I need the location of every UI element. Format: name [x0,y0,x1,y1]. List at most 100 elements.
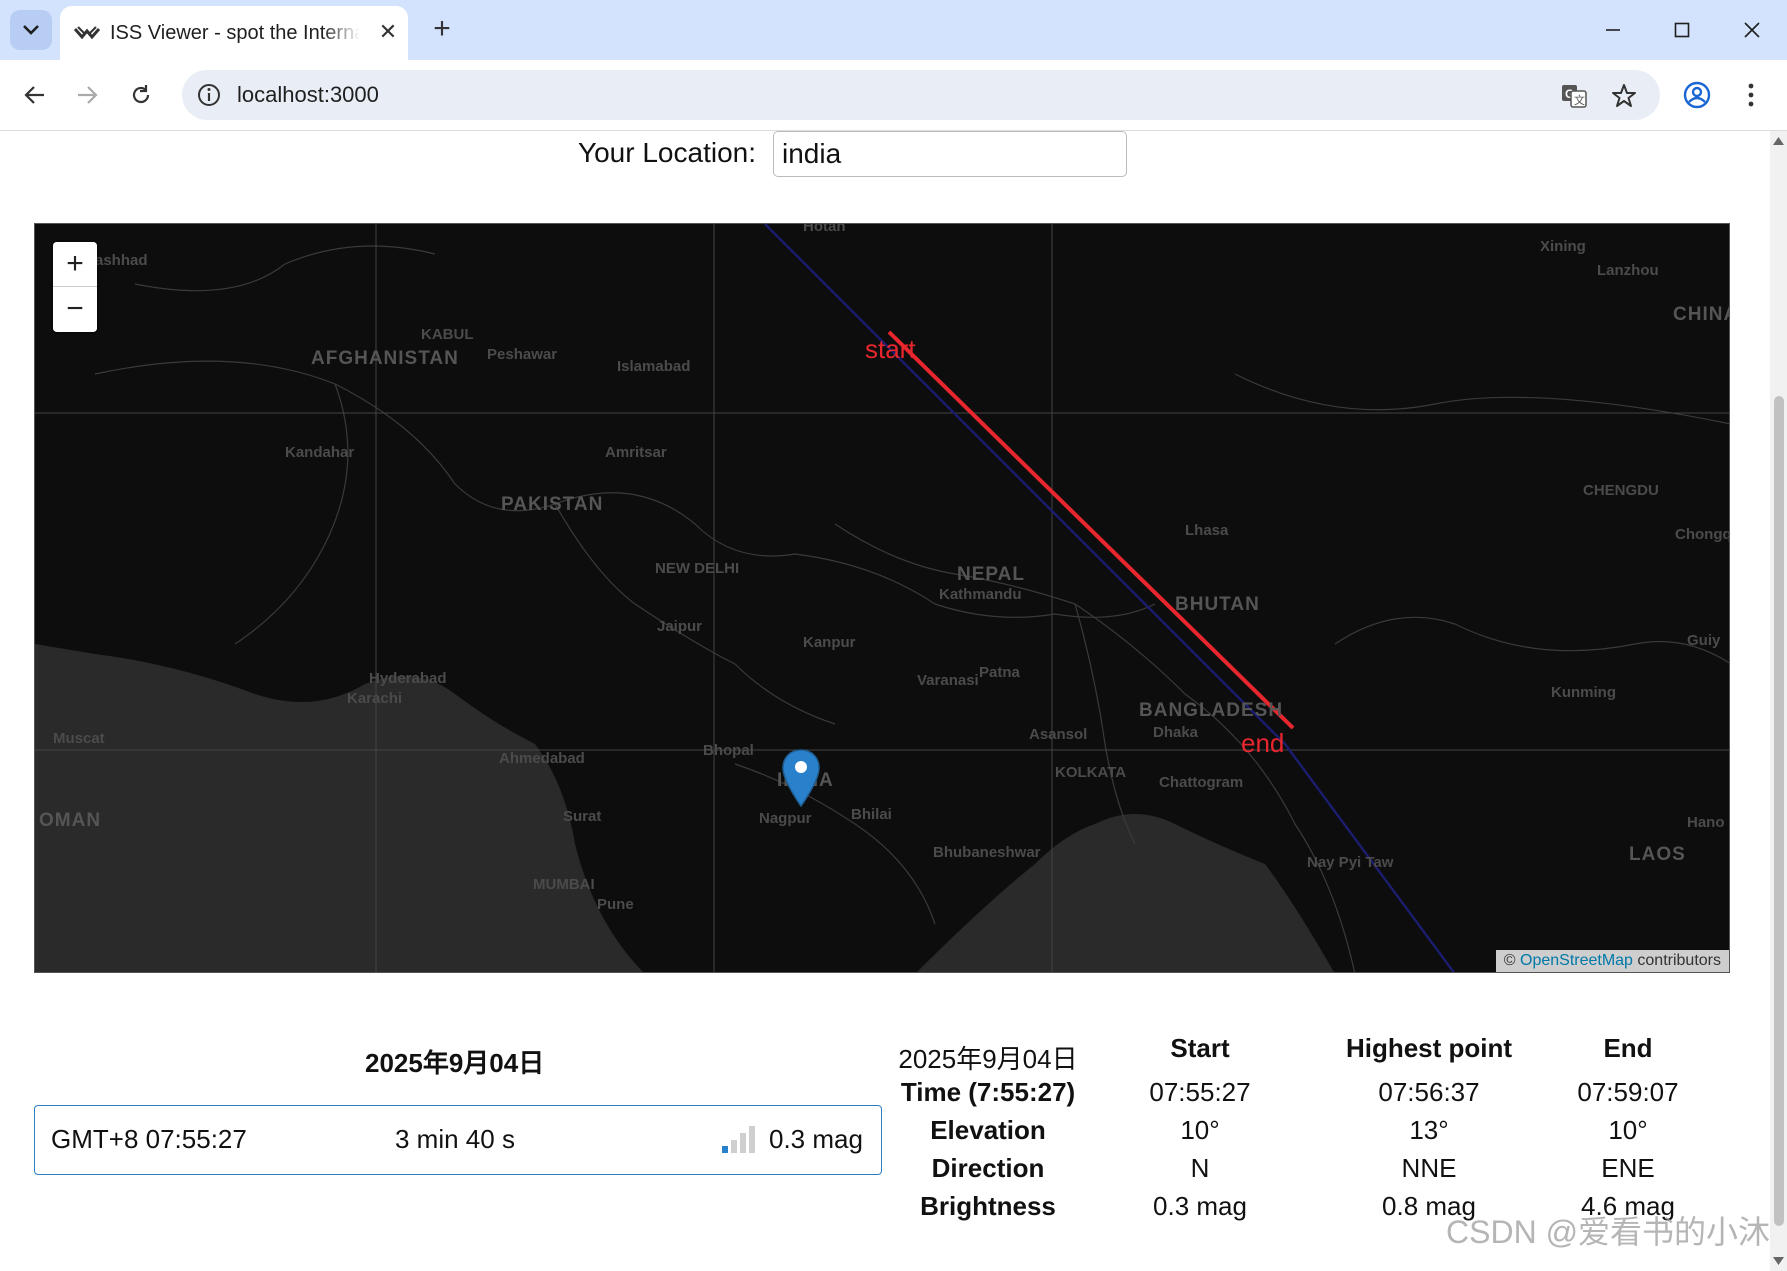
map-label-kandahar: Kandahar [285,444,355,461]
column-header-start: Start [1170,1033,1230,1063]
translate-icon[interactable]: G文 [1560,82,1588,110]
pass-duration: 3 min 40 s [395,1124,515,1154]
maximize-button[interactable] [1652,8,1712,52]
tab-list-button[interactable] [10,10,52,50]
minimize-icon [1606,29,1620,31]
page-scrollbar[interactable] [1770,131,1787,1271]
browser-toolbar: localhost:3000 G文 [0,60,1787,131]
scrollbar-thumb[interactable] [1774,396,1784,1226]
attribution-prefix: © [1503,952,1516,969]
cell-time-end: 07:59:07 [1577,1077,1679,1107]
attribution-suffix: contributors [1637,952,1721,969]
map-label-kolkata: KOLKATA [1055,764,1127,781]
cell-direction-highest: NNE [1401,1153,1457,1183]
map-label-nepal: NEPAL [957,564,1025,585]
row-label-brightness: Brightness [920,1191,1056,1221]
map-label-chengdu: CHENGDU [1583,482,1659,499]
page-content: Your Location: india Hotan ashhad Xining… [0,131,1770,1271]
minimize-button[interactable] [1583,8,1643,52]
chevron-down-icon [23,25,39,35]
map-attribution: © OpenStreetMap contributors [1495,950,1729,972]
reload-icon [132,85,150,104]
map-label-pune: Pune [597,896,634,913]
pass-date: 2025年9月04日 [365,1048,545,1078]
map-label-hotan: Hotan [803,223,846,235]
arrow-left-icon [24,86,44,104]
map-label-mumbai: MUMBAI [533,876,595,893]
map-label-guiyang: Guiy [1687,632,1721,649]
openstreetmap-link[interactable]: OpenStreetMap [1520,952,1633,969]
scroll-up-arrow-icon[interactable] [1773,137,1784,145]
map-label-kunming: Kunming [1551,684,1616,701]
column-header-highest: Highest point [1345,1033,1513,1063]
location-input[interactable] [773,131,1127,177]
map-label-afghanistan: AFGHANISTAN [311,348,459,369]
map-label-bhubaneshwar: Bhubaneshwar [933,844,1041,861]
map-label-china: CHINA [1673,304,1729,325]
cell-time-start: 07:55:27 [1149,1077,1251,1107]
map-label-varanasi: Varanasi [917,672,979,689]
more-menu-icon[interactable] [1744,80,1758,110]
scroll-down-arrow-icon[interactable] [1773,1257,1784,1265]
map-label-chattogram: Chattogram [1159,774,1244,791]
cell-elevation-start: 10° [1180,1115,1220,1145]
iss-favicon-icon [74,26,100,40]
map-label-kabul: KABUL [421,326,474,343]
column-header-end: End [1603,1033,1653,1063]
url-text[interactable]: localhost:3000 [237,82,379,108]
map-label-bhopal: Bhopal [703,742,754,759]
cell-time-highest: 07:56:37 [1378,1077,1480,1107]
map-label-hyderabad: Hyderabad [369,670,447,687]
map-label-dhaka: Dhaka [1153,724,1199,741]
map-label-hanoi: Hano [1687,814,1725,831]
bookmark-star-icon[interactable] [1610,82,1638,110]
map-label-ahmedabad: Ahmedabad [499,750,585,767]
site-info-icon[interactable] [196,82,222,108]
zoom-out-button[interactable]: − [53,287,97,331]
map-label-lanzhou: Lanzhou [1597,262,1659,279]
address-bar[interactable]: localhost:3000 G文 [182,70,1660,120]
zoom-control: + − [53,242,97,332]
map-label-karachi: Karachi [347,690,403,707]
map-label-jaipur: Jaipur [657,618,703,635]
map-label-asansol: Asansol [1029,726,1088,743]
map-label-bhilai: Bhilai [851,806,892,823]
map-label-islamabad: Islamabad [617,358,691,375]
close-window-button[interactable] [1722,8,1782,52]
row-label-time: Time (7:55:27) [900,1077,1076,1107]
cell-elevation-highest: 13° [1409,1115,1449,1145]
cell-direction-end: ENE [1601,1153,1655,1183]
profile-icon[interactable] [1682,80,1712,110]
zoom-in-button[interactable]: + [53,242,97,287]
pass-time: GMT+8 07:55:27 [51,1124,247,1154]
row-label-elevation: Elevation [930,1115,1046,1145]
arrow-right-icon [78,86,98,104]
map-label-amritsar: Amritsar [605,444,667,461]
location-label: Your Location: [578,137,756,168]
brightness-bars-icon [722,1126,755,1153]
map-label-mashhad: ashhad [95,252,148,269]
location-marker-icon[interactable] [781,748,821,808]
map-label-muscat: Muscat [53,730,105,747]
map-label-nagpur: Nagpur [759,810,812,827]
close-icon [1744,22,1760,38]
pass-start-label: start [865,334,916,364]
tab-close-icon[interactable]: ✕ [374,18,402,46]
forward-button[interactable] [66,74,108,116]
svg-text:文: 文 [1574,93,1585,107]
browser-tab[interactable]: ISS Viewer - spot the International Spac… [60,6,408,60]
cell-direction-start: N [1190,1153,1210,1183]
map-label-peshawar: Peshawar [487,346,558,363]
new-tab-button[interactable]: + [424,12,460,48]
map-label-laos: LAOS [1629,844,1686,865]
map-label-lhasa: Lhasa [1185,522,1229,539]
cell-elevation-end: 10° [1608,1115,1648,1145]
reload-button[interactable] [120,74,162,116]
back-button[interactable] [14,74,56,116]
map[interactable]: Hotan ashhad Xining Lanzhou CHINA KABUL … [34,223,1730,973]
map-label-new-delhi: NEW DELHI [655,560,740,577]
map-label-xining: Xining [1540,238,1586,255]
tab-title: ISS Viewer - spot the International Spac… [110,22,360,44]
row-label-direction: Direction [931,1153,1045,1183]
pass-card[interactable]: GMT+8 07:55:27 3 min 40 s 0.3 mag [34,1105,882,1175]
